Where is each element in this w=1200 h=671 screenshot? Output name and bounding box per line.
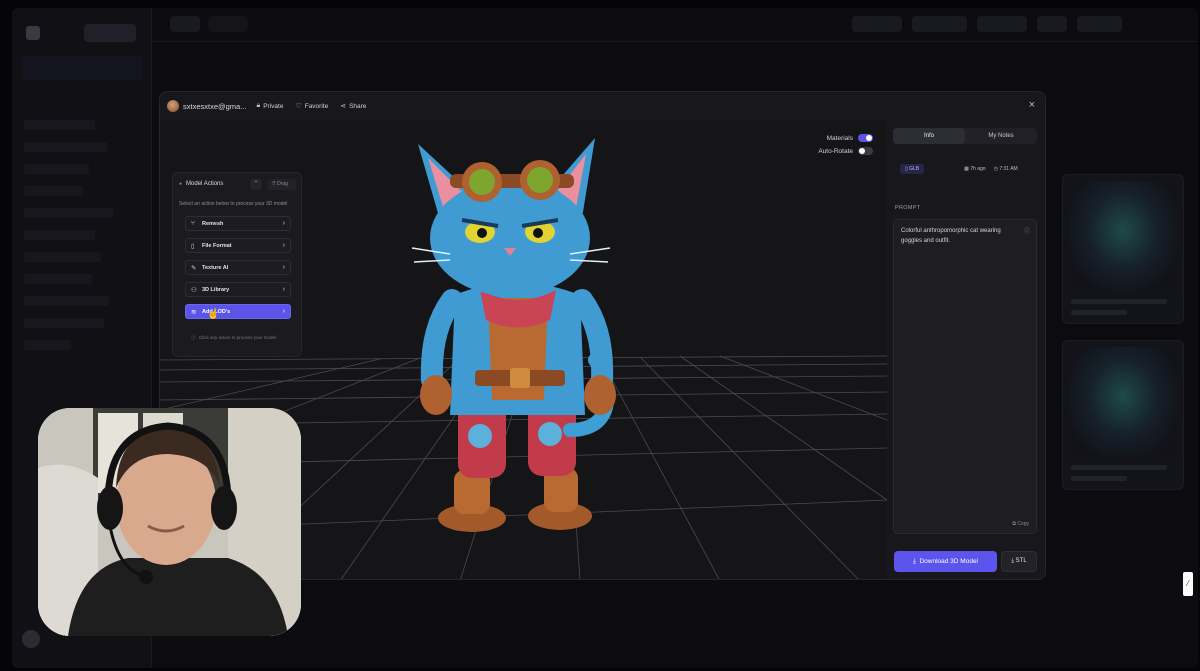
auto-rotate-toggle-row: Auto-Rotate: [793, 145, 873, 157]
background-topbar: [152, 8, 1198, 42]
logo-icon: [26, 26, 40, 40]
info-panel: Info My Notes ▯ GLB ▦ 7h ago ◷ 7:31 AM P…: [887, 120, 1045, 579]
brush-icon: ✎: [191, 264, 197, 272]
drag-label: Drag: [277, 181, 288, 187]
chevron-right-icon: ›: [282, 308, 285, 315]
share-label: Share: [349, 102, 367, 110]
drag-handle[interactable]: ⠿ Drag: [268, 179, 296, 190]
model-meta: ▯ GLB ▦ 7h ago ◷ 7:31 AM: [893, 158, 1037, 180]
prompt-text: Colorful anthropomorphic cat wearing gog…: [901, 228, 1001, 244]
copy-button[interactable]: ⧉ Copy: [1012, 521, 1029, 527]
action-label: File Format: [202, 242, 232, 249]
prompt-heading: PROMPT: [895, 205, 921, 211]
action-add-lods[interactable]: ≋ Add LOD's ›: [185, 304, 291, 319]
download-label: Download 3D Model: [919, 558, 979, 565]
tab-info[interactable]: Info: [893, 128, 965, 144]
model-actions-hint: ⓘ Click any action to process your model: [191, 334, 276, 341]
timestamp: ◷ 7:31 AM: [993, 166, 1018, 172]
favorite-button[interactable]: ♡ Favorite: [295, 102, 329, 111]
library-icon: ⚇: [191, 286, 197, 294]
format-badge: ▯ GLB: [900, 164, 925, 174]
file-icon: ▯: [191, 242, 195, 250]
time-label: 7:31 AM: [999, 166, 1018, 172]
background-model-card: [1062, 174, 1184, 324]
action-label: Remesh: [202, 220, 224, 227]
lock-icon: 🔒︎: [256, 102, 261, 109]
time-ago: ▦ 7h ago: [964, 166, 986, 172]
info-icon[interactable]: ⓘ: [1024, 226, 1030, 235]
auto-rotate-toggle[interactable]: [858, 147, 873, 155]
layers-icon: ≋: [191, 308, 197, 316]
chevron-right-icon: ›: [282, 264, 285, 271]
info-icon: ⓘ: [191, 335, 197, 341]
tab-my-notes[interactable]: My Notes: [965, 128, 1037, 144]
avatar: [22, 630, 40, 648]
scroll-handle[interactable]: ⁄: [1183, 572, 1193, 596]
modal-header: sxtxesxtxe@gma... 🔒︎ Private ♡ Favorite …: [160, 92, 1045, 120]
bullet-icon: ●: [179, 181, 183, 187]
share-button[interactable]: ⋖ Share: [340, 102, 367, 111]
chevron-right-icon: ›: [282, 220, 285, 227]
user-email: sxtxesxtxe@gma...: [183, 101, 247, 111]
action-file-format[interactable]: ▯ File Format ›: [185, 238, 291, 253]
copy-label: Copy: [1017, 521, 1029, 527]
chevron-right-icon: ›: [282, 286, 285, 293]
download-model-button[interactable]: ⤓ Download 3D Model: [894, 551, 997, 572]
model-actions-panel: ● Model Actions ⌃ ⠿ Drag Select an actio…: [172, 172, 302, 357]
3d-model-cat[interactable]: [410, 130, 625, 540]
favorite-label: Favorite: [304, 102, 329, 110]
action-texture-ai[interactable]: ✎ Texture AI ›: [185, 260, 291, 275]
model-actions-list: ⑂ Remesh › ▯ File Format › ✎ Texture AI …: [185, 216, 291, 326]
private-button[interactable]: 🔒︎ Private: [256, 102, 283, 110]
chevron-right-icon: ›: [282, 242, 285, 249]
materials-label: Materials: [826, 134, 853, 142]
time-ago-label: 7h ago: [970, 166, 986, 172]
materials-toggle[interactable]: [858, 134, 873, 142]
download-icon: ⤓: [912, 558, 916, 565]
heart-icon: ♡: [295, 103, 302, 110]
model-actions-header: ● Model Actions: [179, 181, 223, 187]
hint-text: Click any action to process your model: [199, 335, 277, 340]
background-nav: [24, 120, 142, 362]
stl-label: STL: [1015, 558, 1027, 564]
private-label: Private: [263, 102, 284, 110]
webcam-video: [38, 408, 301, 636]
background-model-card: [1062, 340, 1184, 490]
materials-toggle-row: Materials: [793, 132, 873, 144]
webcam-overlay: [38, 408, 301, 636]
model-actions-subtitle: Select an action below to process your 3…: [179, 201, 288, 207]
action-label: Texture AI: [202, 264, 229, 271]
action-remesh[interactable]: ⑂ Remesh ›: [185, 216, 291, 231]
close-icon[interactable]: ×: [1029, 100, 1035, 111]
viewer-toggles: Materials Auto-Rotate: [793, 132, 873, 158]
collapse-button[interactable]: ⌃: [250, 179, 262, 190]
format-label: GLB: [909, 166, 920, 172]
action-label: 3D Library: [202, 286, 230, 293]
prompt-box: Colorful anthropomorphic cat wearing gog…: [893, 219, 1037, 534]
auto-rotate-label: Auto-Rotate: [818, 147, 853, 155]
background-workspace: [22, 94, 142, 110]
model-actions-title: Model Actions: [186, 181, 224, 187]
action-3d-library[interactable]: ⚇ 3D Library ›: [185, 282, 291, 297]
background-credits-card: [22, 56, 142, 80]
panel-tabs: Info My Notes: [893, 128, 1037, 144]
download-icon: ⤓: [1011, 558, 1014, 564]
remesh-icon: ⑂: [191, 220, 195, 227]
download-stl-button[interactable]: ⤓ STL: [1001, 551, 1037, 572]
user-avatar: [167, 100, 179, 112]
share-icon: ⋖: [340, 103, 347, 110]
background-new-button: [84, 24, 136, 42]
hand-cursor-icon: ☝: [207, 309, 220, 320]
